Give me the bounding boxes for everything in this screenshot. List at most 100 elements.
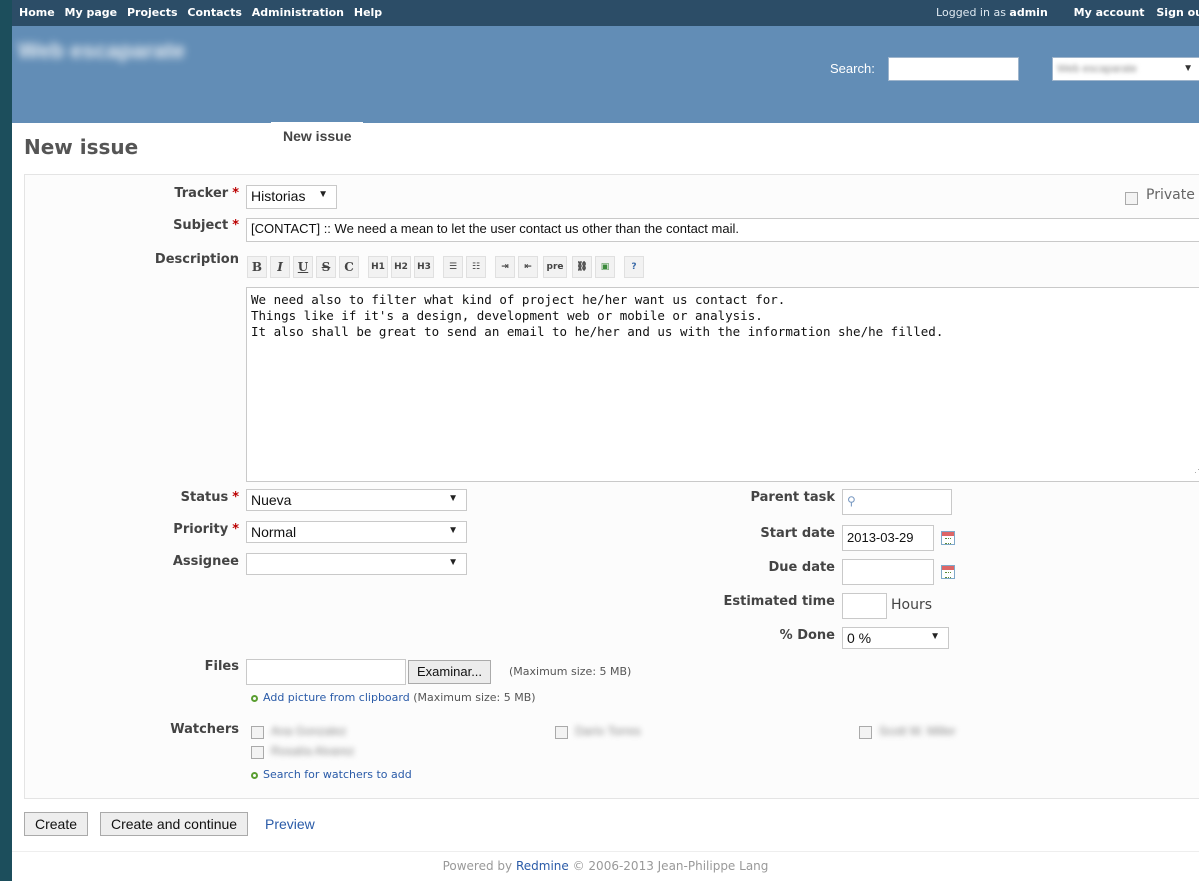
max-size-text: (Maximum size: 5 MB) [509,665,632,678]
parent-task-input[interactable]: ⚲ [842,489,952,515]
status-label-text: Status [180,490,229,505]
top-menu-projects[interactable]: Projects [127,6,178,19]
subject-label-text: Subject [173,218,229,233]
footer: Powered by Redmine © 2006-2013 Jean-Phil… [12,851,1199,881]
start-date-input[interactable]: 2013-03-29 [842,525,934,551]
create-button[interactable]: Create [24,812,89,836]
priority-label-text: Priority [173,522,229,537]
image-icon[interactable]: ▣ [595,256,615,278]
help-icon[interactable]: ? [624,256,644,278]
italic-button[interactable]: I [270,256,290,278]
required-marker: * [232,218,239,233]
tracker-value: Historias [251,188,306,204]
watcher-name: Scott W. Miller [879,724,956,738]
done-label: % Done [779,628,835,643]
issue-form-box: Tracker * Historias ▼ Private Subject * [C… [24,174,1199,799]
heading3-button[interactable]: H3 [414,256,434,278]
add-picture-link[interactable]: Add picture from clipboard [263,691,410,704]
add-icon [251,771,258,779]
search-watchers-link[interactable]: Search for watchers to add [263,768,412,781]
description-textarea[interactable]: We need also to filter what kind of proj… [246,287,1199,482]
chevron-down-icon: ▼ [930,631,940,642]
watcher-checkbox[interactable] [859,726,872,739]
done-select[interactable]: 0 % ▼ [842,627,949,649]
indent-left-button[interactable]: ⇤ [518,256,538,278]
description-text: We need also to filter what kind of proj… [251,292,944,339]
unordered-list-button[interactable]: ☰ [443,256,463,278]
top-menu-contacts[interactable]: Contacts [187,6,241,19]
watcher-name: Rosalía Alvarez [271,744,355,758]
link-icon[interactable]: ⛓ [572,256,592,278]
watcher-checkbox[interactable] [251,746,264,759]
subject-input[interactable]: [CONTACT] :: We need a mean to let the u… [246,218,1199,242]
file-input[interactable] [246,659,406,685]
top-menu-administration[interactable]: Administration [252,6,344,19]
create-and-continue-button[interactable]: Create and continue [100,812,249,836]
search-watchers-row: Search for watchers to add [251,768,412,781]
description-label: Description [154,252,239,267]
status-label: Status * [181,490,239,505]
status-select[interactable]: Nueva ▼ [246,489,467,511]
header: Web escaparate Search: Web escaparate ▼ … [12,26,1199,149]
assignee-select[interactable]: ▼ [246,553,467,575]
calendar-icon[interactable] [941,565,955,579]
preview-link[interactable]: Preview [265,816,315,832]
indent-right-button[interactable]: ⇥ [495,256,515,278]
watcher-name: Darío Torres [575,724,641,738]
strikethrough-button[interactable]: S [316,256,336,278]
project-jump-select[interactable]: Web escaparate ▼ [1052,57,1199,81]
browse-button[interactable]: Examinar... [408,660,492,684]
due-date-label: Due date [768,560,836,575]
chevron-down-icon: ▼ [448,525,458,536]
bold-button[interactable]: B [247,256,267,278]
project-title[interactable]: Web escaparate [18,38,228,68]
due-date-input[interactable] [842,559,934,585]
tracker-select[interactable]: Historias ▼ [246,185,337,209]
watcher-checkbox[interactable] [251,726,264,739]
watchers-label: Watchers [170,722,239,737]
logged-in-text: Logged in as admin [936,6,1048,19]
my-account-link[interactable]: My account [1074,6,1145,19]
powered-by-text: Powered by [442,859,513,873]
add-picture-row: Add picture from clipboard (Maximum size… [251,691,536,704]
chevron-down-icon: ▼ [448,557,458,568]
watcher-checkbox[interactable] [555,726,568,739]
resize-handle-icon[interactable]: ⋰ [1194,462,1199,478]
heading2-button[interactable]: H2 [391,256,411,278]
estimated-time-input[interactable] [842,593,887,619]
pre-button[interactable]: pre [543,256,567,278]
magnifier-icon: ⚲ [847,494,856,508]
top-menu-left: Home My page Projects Contacts Administr… [19,6,388,19]
private-checkbox[interactable] [1125,192,1138,205]
top-menu-help[interactable]: Help [354,6,382,19]
sign-out-link[interactable]: Sign ou [1156,6,1199,19]
tracker-label-text: Tracker [174,186,229,201]
logged-in-user[interactable]: admin [1009,6,1047,19]
heading1-button[interactable]: H1 [368,256,388,278]
top-menu-home[interactable]: Home [19,6,55,19]
required-marker: * [232,522,239,537]
top-menu-right: Logged in as admin My account Sign ou [936,6,1199,19]
code-button[interactable]: C [339,256,359,278]
start-date-label: Start date [760,526,835,541]
copyright-text: © 2006-2013 Jean-Philippe Lang [572,859,769,873]
watcher-name: Ana Gonzalez [271,724,347,738]
ordered-list-button[interactable]: ☷ [466,256,486,278]
redmine-link[interactable]: Redmine [516,859,569,873]
calendar-icon[interactable] [941,531,955,545]
underline-button[interactable]: U [293,256,313,278]
subject-label: Subject * [173,218,239,233]
assignee-label: Assignee [172,554,239,569]
required-marker: * [232,490,239,505]
priority-select[interactable]: Normal ▼ [246,521,467,543]
status-value: Nueva [251,492,292,508]
tracker-label: Tracker * [174,186,239,201]
hours-label: Hours [891,597,933,613]
parent-task-label: Parent task [750,490,835,505]
top-menu-my-page[interactable]: My page [65,6,118,19]
chevron-down-icon: ▼ [448,493,458,504]
required-marker: * [232,186,239,201]
logged-in-prefix: Logged in as [936,6,1006,19]
search-input[interactable] [888,57,1019,81]
priority-label: Priority * [173,522,239,537]
